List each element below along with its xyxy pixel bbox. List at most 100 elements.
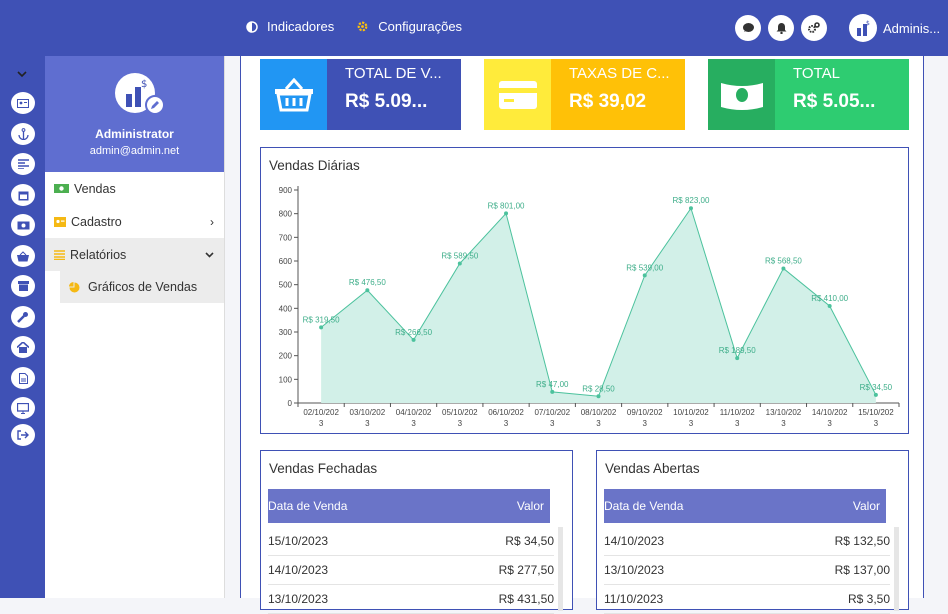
sidebar-subitem-graficos[interactable]: Gráficos de Vendas [60, 271, 224, 303]
table-row[interactable]: 11/10/2023 R$ 3,50 [604, 585, 890, 614]
half-circle-icon [246, 20, 258, 33]
card-title: TOTAL [793, 65, 840, 82]
top-navbar: Indicadores Configurações $ Adminis... [0, 0, 948, 56]
desktop-icon [17, 402, 29, 414]
iconbar-home-button[interactable] [11, 336, 35, 358]
user-name-label: Adminis... [883, 20, 941, 36]
iconbar-document-button[interactable] [11, 367, 35, 389]
y-tick-label: 700 [279, 233, 293, 242]
iconbar-desktop-button[interactable] [11, 397, 35, 419]
x-tick-label: 03/10/202 3 [350, 408, 386, 428]
x-tick-label: 14/10/202 3 [812, 408, 848, 428]
user-avatar-icon: $ [857, 20, 870, 36]
y-tick-label: 800 [279, 210, 293, 219]
sidebar-item-cadastro[interactable]: Cadastro › [45, 205, 224, 238]
data-point [781, 266, 786, 271]
sign-out-icon [17, 430, 29, 440]
notifications-button[interactable] [768, 15, 794, 41]
card-text: TOTAL DE V... R$ 5.09... [327, 59, 461, 130]
panel-title: Vendas Abertas [605, 461, 700, 476]
table-row[interactable]: 13/10/2023 R$ 431,50 [268, 585, 554, 614]
col-date-header: Data de Venda [268, 499, 348, 513]
iconbar-money-button[interactable] [11, 214, 35, 236]
card-taxas: TAXAS DE C... R$ 39,02 [484, 59, 685, 130]
profile-email: admin@admin.net [89, 145, 180, 157]
row-value: R$ 137,00 [834, 563, 890, 577]
gear-icon [357, 21, 368, 32]
y-tick-label: 500 [279, 281, 293, 290]
credit-card-icon [498, 80, 537, 109]
user-menu[interactable]: $ Adminis... [849, 14, 940, 42]
table-scrollbar[interactable] [894, 527, 899, 611]
table-scrollbar[interactable] [558, 527, 563, 611]
list-icon [54, 249, 65, 260]
data-label: R$ 34,50 [860, 383, 893, 392]
data-label: R$ 589,50 [441, 251, 478, 260]
chevron-down-icon[interactable] [17, 71, 27, 78]
x-tick-label: 10/10/202 3 [673, 408, 709, 428]
col-date-header: Data de Venda [604, 499, 684, 513]
x-tick-label: 05/10/202 3 [442, 408, 478, 428]
icon-sidebar [0, 56, 45, 598]
iconbar-logout-button[interactable] [11, 424, 35, 446]
nav-configuracoes-label: Configurações [378, 19, 463, 34]
x-tick-label: 02/10/202 3 [303, 408, 339, 428]
y-tick-label: 200 [279, 352, 293, 361]
money-icon [54, 184, 69, 193]
data-point [873, 392, 878, 397]
card-title: TAXAS DE C... [569, 65, 670, 82]
nav-indicadores[interactable]: Indicadores [246, 19, 334, 34]
card-value: R$ 5.05... [793, 91, 876, 112]
sidebar-item-vendas[interactable]: Vendas [45, 172, 224, 205]
row-value: R$ 431,50 [498, 592, 554, 606]
card-total: TOTAL R$ 5.05... [708, 59, 909, 130]
table-row[interactable]: 14/10/2023 R$ 277,50 [268, 556, 554, 585]
chevron-down-icon [205, 252, 214, 258]
card-text: TAXAS DE C... R$ 39,02 [551, 59, 685, 130]
table-row[interactable]: 15/10/2023 R$ 34,50 [268, 527, 554, 556]
main-content: TOTAL DE V... R$ 5.09... TAXAS DE C... R… [240, 56, 924, 614]
sidebar-item-label: Vendas [74, 181, 116, 196]
svg-text:$: $ [866, 20, 870, 27]
table-header: Data de Venda Valor [268, 489, 550, 523]
archive-icon [17, 281, 29, 291]
row-date: 11/10/2023 [604, 592, 664, 606]
nav-configuracoes[interactable]: Configurações [356, 19, 462, 34]
chat-button[interactable] [735, 15, 761, 41]
iconbar-wrench-button[interactable] [11, 306, 35, 328]
edit-profile-button[interactable] [144, 95, 165, 115]
iconbar-id-card-button[interactable] [11, 92, 35, 114]
card-text: TOTAL R$ 5.05... [775, 59, 909, 130]
table-row[interactable]: 13/10/2023 R$ 137,00 [604, 556, 890, 585]
data-point [596, 394, 601, 399]
sidebar-item-label: Cadastro [71, 214, 122, 229]
data-label: R$ 476,50 [349, 278, 386, 287]
settings-button[interactable] [801, 15, 827, 41]
data-label: R$ 823,00 [673, 196, 710, 205]
calendar-icon [18, 191, 28, 200]
table-row[interactable]: 14/10/2023 R$ 132,50 [604, 527, 890, 556]
data-point [827, 303, 832, 308]
x-tick-label: 06/10/202 3 [488, 408, 524, 428]
sidebar-item-relatorios[interactable]: Relatórios [45, 238, 224, 271]
pie-chart-icon [69, 281, 80, 292]
data-point [504, 211, 509, 216]
cash-icon [720, 82, 763, 110]
data-label: R$ 28,50 [582, 384, 615, 393]
anchor-icon [17, 128, 29, 140]
iconbar-list-button[interactable] [11, 153, 35, 175]
row-value: R$ 277,50 [498, 563, 554, 577]
y-tick-label: 0 [288, 399, 293, 408]
top-nav: Indicadores Configurações [246, 19, 462, 34]
profile-avatar[interactable]: $ [114, 73, 165, 115]
iconbar-basket-button[interactable] [11, 245, 35, 267]
panel-title: Vendas Fechadas [269, 461, 378, 476]
card-icon-area [484, 59, 551, 130]
card-value: R$ 39,02 [569, 91, 647, 112]
data-label: R$ 801,00 [488, 201, 525, 210]
iconbar-archive-button[interactable] [11, 275, 35, 297]
basket-icon [17, 250, 29, 261]
iconbar-calendar-button[interactable] [11, 184, 35, 206]
series-area [321, 208, 876, 403]
iconbar-anchor-button[interactable] [11, 123, 35, 145]
